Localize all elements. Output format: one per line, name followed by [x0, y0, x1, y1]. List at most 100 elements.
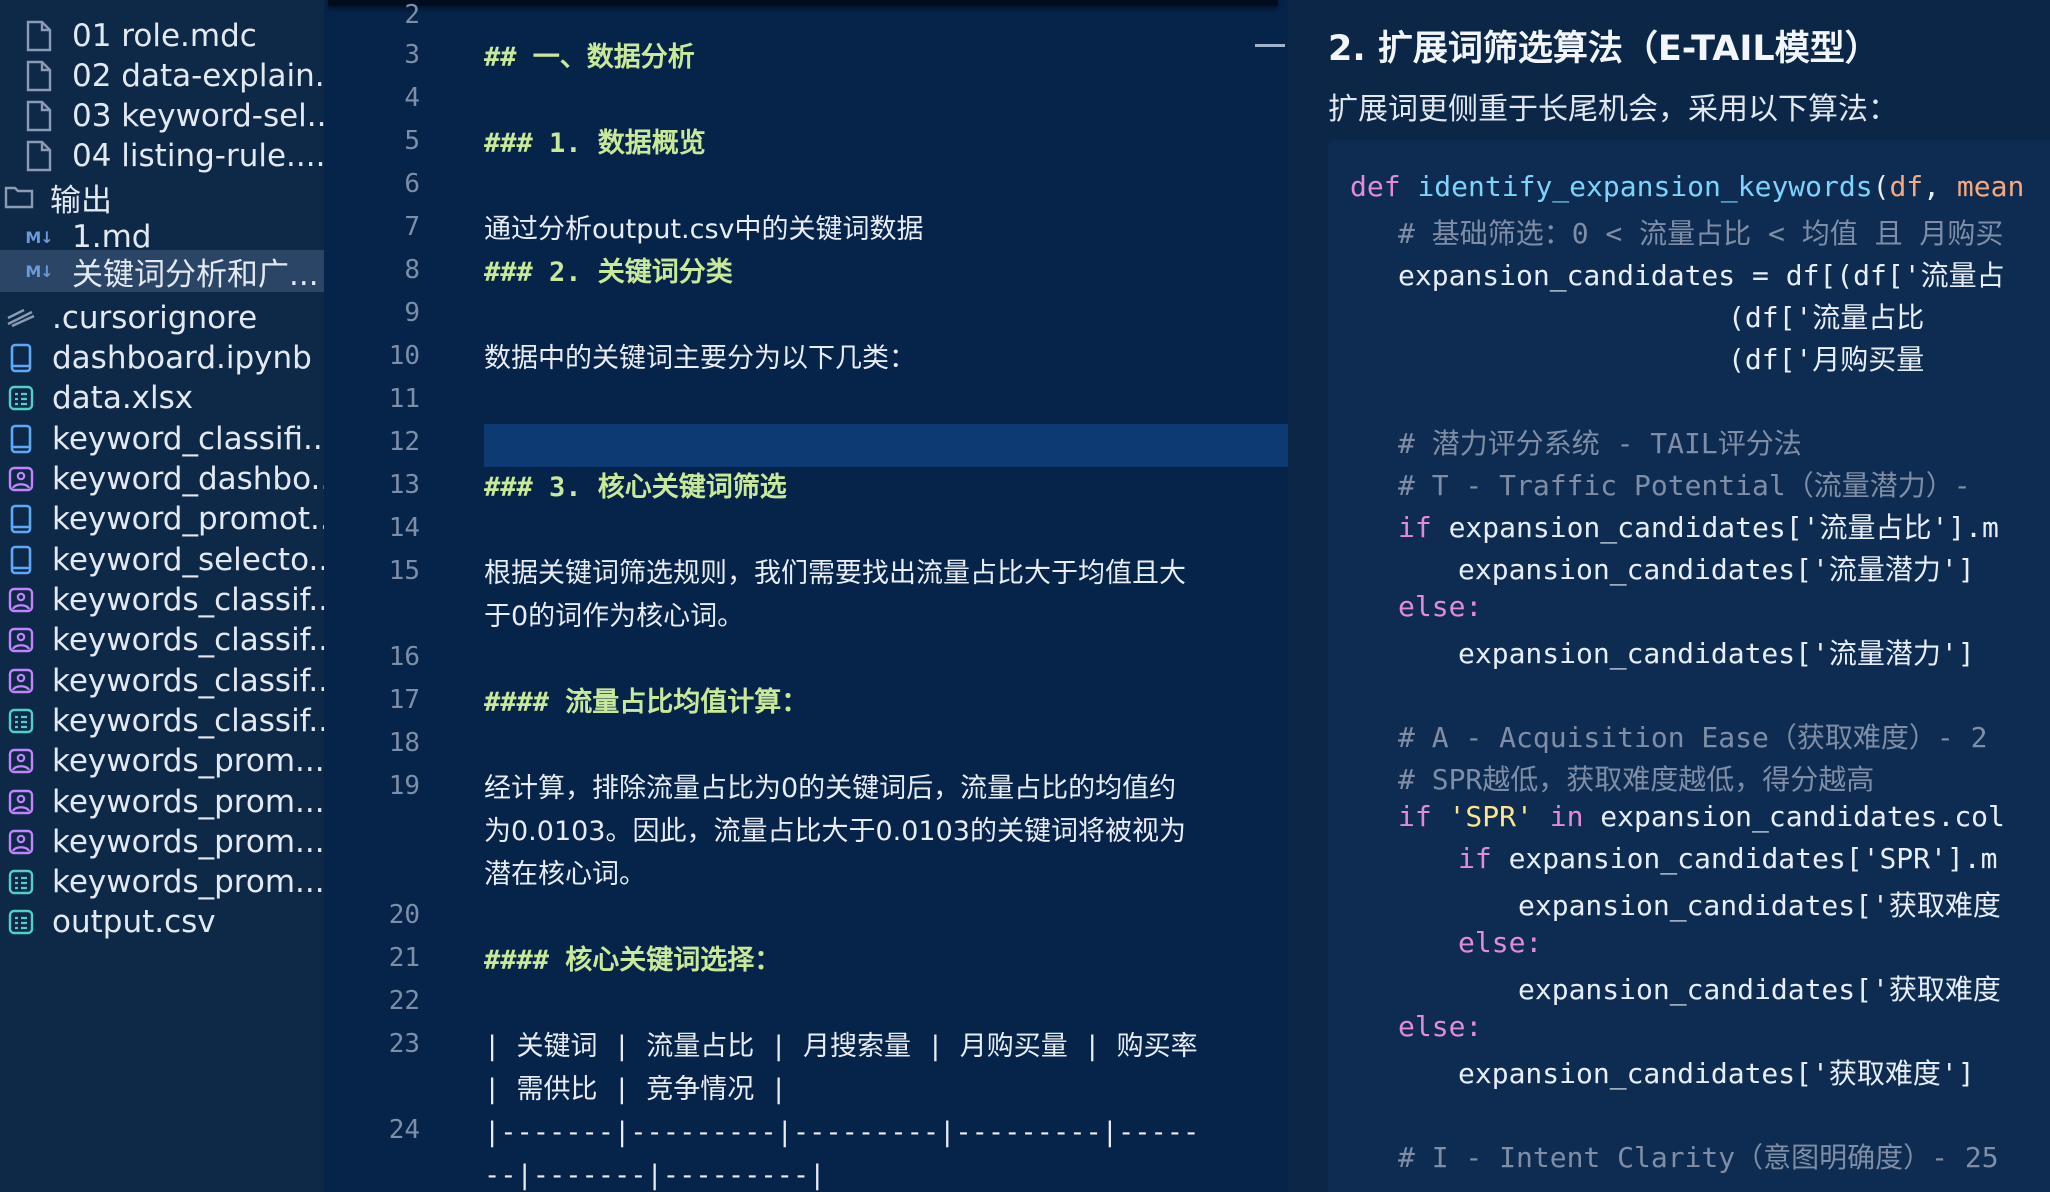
- file-item-label: keywords_prom...: [52, 864, 324, 900]
- line-number: 8: [404, 255, 420, 285]
- file-item-label: keywords_prom...: [52, 743, 324, 779]
- file-item-label: 04 listing-rule....: [72, 138, 324, 174]
- line-number: 11: [388, 384, 420, 414]
- line-number: 16: [388, 642, 420, 672]
- editor-line: 经计算，排除流量占比为0的关键词后，流量占比的均值约: [484, 773, 1177, 804]
- code-line: (df['流量占比: [1728, 301, 1925, 334]
- file-explorer: 01 role.mdc 02 data-explain... 03 keywor…: [0, 0, 324, 1192]
- image-icon: [2, 742, 40, 780]
- file-item-label: .cursorignore: [52, 300, 258, 336]
- line-number: 17: [388, 685, 420, 715]
- line-number: 23: [388, 1029, 420, 1059]
- file-item-label: keyword_promot...: [52, 501, 324, 537]
- image-icon: [2, 621, 40, 659]
- code-line: else:: [1398, 590, 1483, 623]
- code-line: expansion_candidates = df[(df['流量占: [1398, 259, 2005, 292]
- line-number: 6: [404, 169, 420, 199]
- editor-line: #### 流量占比均值计算：: [484, 687, 809, 718]
- code-line: # 潜力评分系统 - TAIL评分法: [1398, 427, 1802, 460]
- editor-line: | 需供比 | 竞争情况 |: [484, 1074, 787, 1105]
- code-line: # I - Intent Clarity（意图明确度）- 25: [1398, 1141, 1999, 1174]
- preview-paragraph: 扩展词更侧重于长尾机会，采用以下算法：: [1328, 92, 1898, 127]
- code-line: expansion_candidates['获取难度: [1518, 889, 2001, 922]
- editor-line: ### 1. 数据概览: [484, 128, 706, 159]
- file-item-label: keywords_classif...: [52, 663, 324, 699]
- editor-line: 为0.0103。因此，流量占比大于0.0103的关键词将被视为: [484, 816, 1186, 847]
- line-number: 22: [388, 986, 420, 1016]
- code-line: (df['月购买量: [1728, 343, 1925, 376]
- line-number: 5: [404, 126, 420, 156]
- code-line: # SPR越低，获取难度越低，得分越高: [1398, 763, 1875, 796]
- line-number: 24: [388, 1115, 420, 1145]
- line-number: 20: [388, 900, 420, 930]
- markdown-editor[interactable]: 2 3 4 5 6 7 8 9 10 11 12 13 14 15 16 17 …: [324, 0, 1288, 1192]
- file-item-label: keywords_prom...: [52, 784, 324, 820]
- editor-line: ### 2. 关键词分类: [484, 257, 733, 288]
- file-item-label: keywords_classif...: [52, 622, 324, 658]
- line-number: 19: [388, 771, 420, 801]
- markdown-icon: M↓: [25, 261, 53, 281]
- code-line: # A - Acquisition Ease（获取难度）- 2: [1398, 721, 1988, 754]
- markdown-preview: 2. 扩展词筛选算法（E-TAIL模型） 扩展词更侧重于长尾机会，采用以下算法：…: [1288, 0, 2050, 1192]
- editor-line: ### 3. 核心关键词筛选: [484, 472, 787, 503]
- file-item-label: dashboard.ipynb: [52, 340, 312, 376]
- code-block: def identify_expansion_keywords(df, mean…: [1328, 140, 2050, 1192]
- file-item-label: output.csv: [52, 904, 216, 940]
- code-line: expansion_candidates['流量潜力']: [1458, 553, 1975, 586]
- editor-line: |-------|---------|---------|---------|-…: [484, 1117, 1200, 1148]
- line-number: 10: [388, 341, 420, 371]
- editor-line: 于0的词作为核心词。: [484, 601, 745, 632]
- line-number: 4: [404, 83, 420, 113]
- current-line-highlight: [484, 424, 1288, 467]
- notebook-icon: [2, 500, 40, 538]
- line-number: 15: [388, 556, 420, 586]
- editor-line: 通过分析output.csv中的关键词数据: [484, 214, 924, 245]
- file-item[interactable]: output.csv: [0, 896, 324, 948]
- editor-tab-shadow: [328, 0, 1278, 6]
- file-item-label: 02 data-explain...: [72, 58, 324, 94]
- line-number: 21: [388, 943, 420, 973]
- file-item-label: 01 role.mdc: [72, 18, 257, 54]
- editor-line: ## 一、数据分析: [484, 42, 695, 73]
- file-item-label: keywords_classif...: [52, 582, 324, 618]
- code-line: # T - Traffic Potential（流量潜力）-: [1398, 469, 1971, 502]
- file-item-label: 关键词分析和广...: [72, 256, 319, 293]
- code-line: else:: [1398, 1010, 1483, 1043]
- spreadsheet-icon: [2, 379, 40, 417]
- file-item-label: 03 keyword-sel...: [72, 98, 324, 134]
- editor-line: #### 核心关键词选择：: [484, 945, 782, 976]
- file-item-label: data.xlsx: [52, 380, 194, 416]
- line-number: 14: [388, 513, 420, 543]
- editor-line: 潜在核心词。: [484, 859, 646, 890]
- editor-line: 根据关键词筛选规则，我们需要找出流量占比大于均值且大: [484, 558, 1186, 589]
- line-number: 12: [388, 427, 420, 457]
- line-number: 3: [404, 40, 420, 70]
- spreadsheet-icon: [2, 903, 40, 941]
- code-line: expansion_candidates['获取难度: [1518, 973, 2001, 1006]
- file-item-label: keywords_classif...: [52, 703, 324, 739]
- file-item-label: keyword_classifi...: [52, 421, 324, 457]
- line-number: 2: [404, 0, 420, 30]
- code-line: if expansion_candidates['SPR'].m: [1458, 842, 1998, 875]
- code-line: # 基础筛选：0 < 流量占比 < 均值 且 月购买: [1398, 217, 2004, 250]
- line-number: 7: [404, 212, 420, 242]
- file-item-label: keyword_selecto...: [52, 542, 324, 578]
- code-line: expansion_candidates['获取难度']: [1458, 1057, 1975, 1090]
- editor-line: 数据中的关键词主要分为以下几类：: [484, 343, 916, 374]
- line-number: 18: [388, 728, 420, 758]
- scrollbar-marker: [1255, 44, 1285, 47]
- editor-line: --|-------|---------|: [484, 1160, 826, 1191]
- file-item-selected[interactable]: M↓ 关键词分析和广...: [0, 250, 324, 292]
- code-line: else:: [1458, 926, 1543, 959]
- line-number: 13: [388, 470, 420, 500]
- editor-line: | 关键词 | 流量占比 | 月搜索量 | 月购买量 | 购买率: [484, 1031, 1198, 1062]
- code-line: def identify_expansion_keywords(df, mean: [1350, 170, 2025, 203]
- file-item-label: keyword_dashbo...: [52, 461, 324, 497]
- code-line: if 'SPR' in expansion_candidates.col: [1398, 800, 2005, 833]
- line-number: 9: [404, 298, 420, 328]
- code-line: expansion_candidates['流量潜力']: [1458, 637, 1975, 670]
- preview-heading: 2. 扩展词筛选算法（E-TAIL模型）: [1328, 29, 1880, 69]
- code-line: if expansion_candidates['流量占比'].m: [1398, 511, 1999, 544]
- file-icon: [20, 137, 58, 175]
- file-item-label: keywords_prom...: [52, 824, 324, 860]
